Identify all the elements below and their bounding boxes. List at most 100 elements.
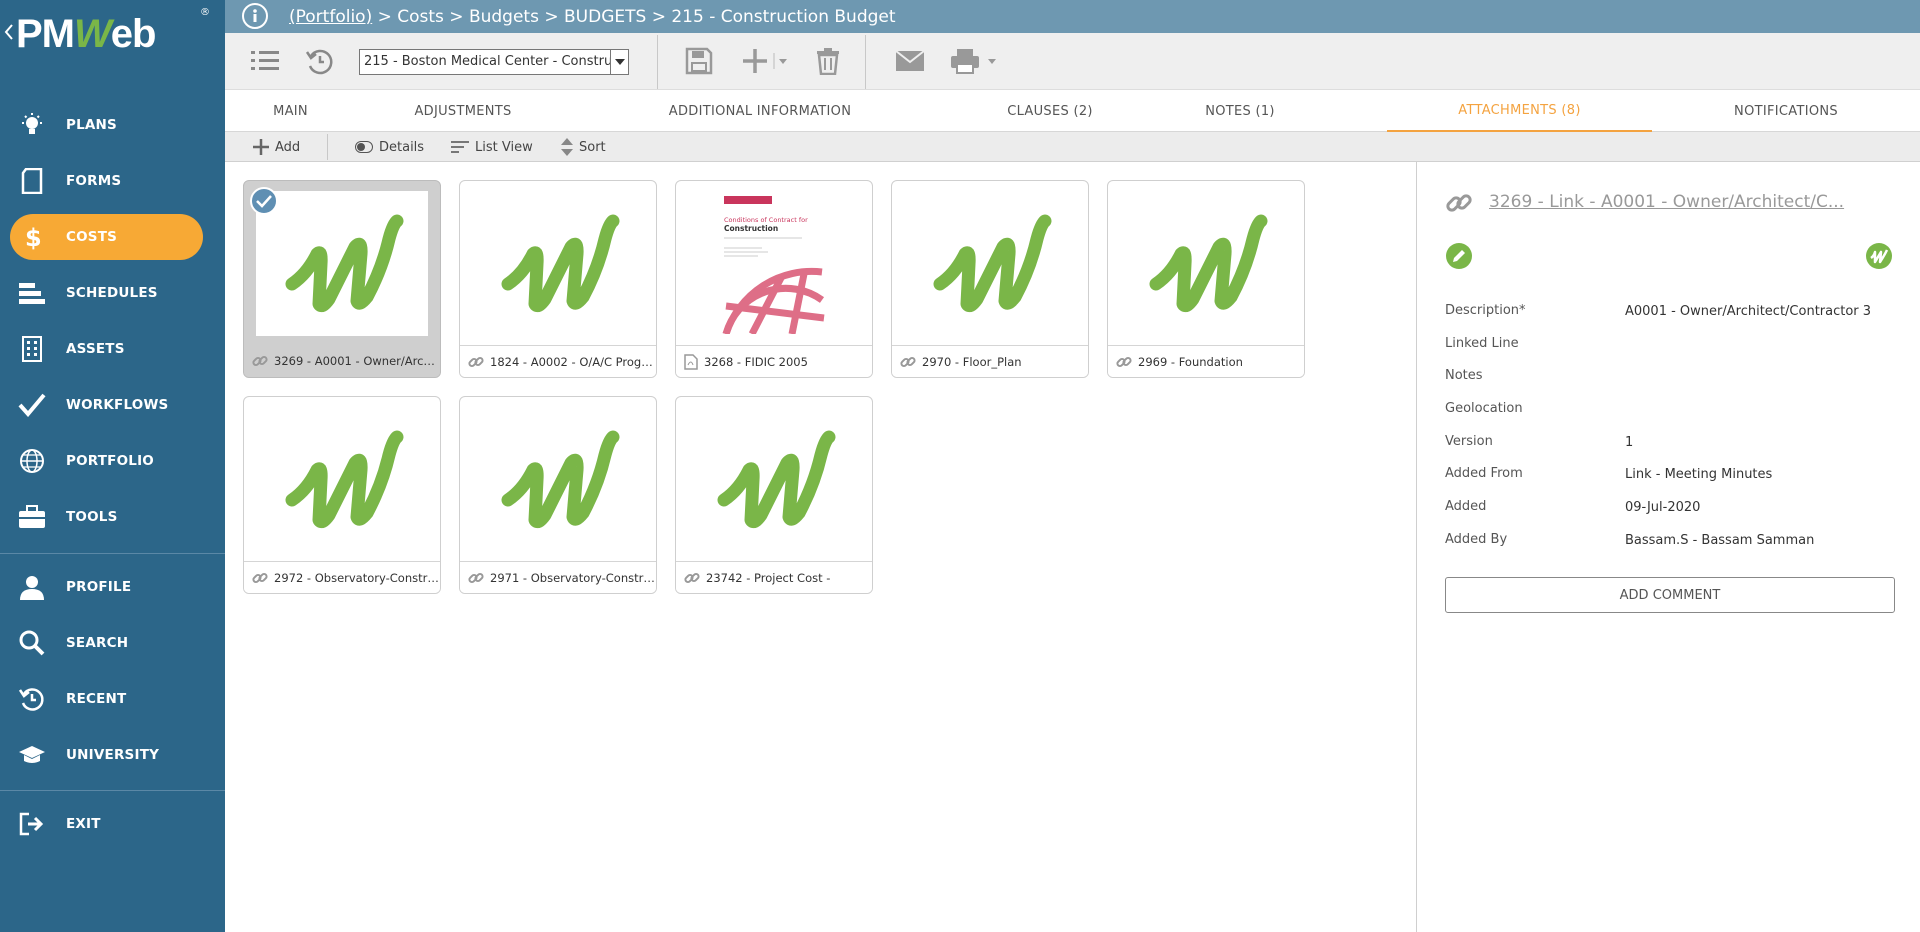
dollar-icon: $ xyxy=(18,224,46,251)
checkmark-icon xyxy=(18,393,46,417)
check-icon[interactable] xyxy=(250,187,278,215)
pmweb-logo-icon[interactable] xyxy=(1865,242,1893,274)
lightbulb-icon xyxy=(18,113,46,137)
geolocation-label: Geolocation xyxy=(1445,401,1523,416)
history-icon[interactable] xyxy=(305,46,333,76)
list-lines-icon xyxy=(451,140,469,154)
plus-icon xyxy=(253,139,269,155)
attachment-card[interactable]: Conditions of Contract for Construction … xyxy=(675,180,873,378)
list-view-button[interactable]: List View xyxy=(451,132,533,162)
pmweb-logo-thumbnail xyxy=(892,181,1088,346)
attachment-card[interactable]: 2969 - Foundation xyxy=(1107,180,1305,378)
attachment-card[interactable]: 1824 - A0002 - O/A/C Progress xyxy=(459,180,657,378)
link-icon xyxy=(900,354,916,370)
attachment-card[interactable]: 23742 - Project Cost - xyxy=(675,396,873,594)
added-label: Added xyxy=(1445,499,1487,514)
link-icon xyxy=(468,570,484,586)
link-icon xyxy=(252,570,268,586)
list-icon[interactable] xyxy=(251,46,279,76)
tab-bar: MAIN ADJUSTMENTS ADDITIONAL INFORMATION … xyxy=(225,90,1920,132)
schedule-bars-icon xyxy=(18,281,46,305)
building-icon xyxy=(18,336,46,362)
nav-search[interactable]: SEARCH xyxy=(0,620,225,666)
nav-assets[interactable]: ASSETS xyxy=(0,326,225,372)
tab-notifications[interactable]: NOTIFICATIONS xyxy=(1652,90,1920,132)
title-bar: (Portfolio) > Costs > Budgets > BUDGETS … xyxy=(225,0,1920,33)
added-by-label: Added By xyxy=(1445,532,1508,547)
pmweb-logo-thumbnail xyxy=(256,191,428,336)
search-icon xyxy=(18,630,46,656)
pmweb-logo-thumbnail xyxy=(460,397,656,562)
tab-clauses[interactable]: CLAUSES (2) xyxy=(950,90,1150,132)
trash-icon[interactable] xyxy=(816,46,840,76)
attachments-action-bar: Add Details List View Sort xyxy=(225,132,1920,162)
breadcrumb: (Portfolio) > Costs > Budgets > BUDGETS … xyxy=(289,7,896,27)
svg-text:$: $ xyxy=(25,224,42,251)
svg-text:Construction: Construction xyxy=(724,224,778,233)
link-icon xyxy=(1116,354,1132,370)
nav-tools[interactable]: TOOLS xyxy=(0,494,225,540)
nav-costs[interactable]: $ COSTS xyxy=(0,214,225,260)
globe-icon xyxy=(18,449,46,473)
details-toggle[interactable]: Details xyxy=(355,132,424,162)
toggle-icon xyxy=(355,141,373,153)
description-value: A0001 - Owner/Architect/Contractor 3 xyxy=(1625,304,1872,319)
link-icon xyxy=(252,353,268,369)
attachment-title-link[interactable]: 3269 - Link - A0001 - Owner/Architect/C.… xyxy=(1489,192,1844,212)
tab-notes[interactable]: NOTES (1) xyxy=(1150,90,1330,132)
project-select[interactable]: 215 - Boston Medical Center - Constructi… xyxy=(359,49,629,75)
added-value: 09-Jul-2020 xyxy=(1625,500,1701,515)
version-value: 1 xyxy=(1625,435,1634,450)
toolbar: 215 - Boston Medical Center - Constructi… xyxy=(225,33,1920,90)
svg-text:Conditions of Contract for: Conditions of Contract for xyxy=(724,216,808,224)
edit-pencil-icon[interactable] xyxy=(1445,242,1473,274)
nav-recent[interactable]: RECENT xyxy=(0,676,225,722)
pmweb-logo-thumbnail xyxy=(244,397,440,562)
attachment-card[interactable]: 2970 - Floor_Plan xyxy=(891,180,1089,378)
pmweb-logo[interactable]: PMWeb ® xyxy=(0,0,225,70)
add-attachment-button[interactable]: Add xyxy=(253,132,300,162)
attachment-card[interactable]: 3269 - A0001 - Owner/Architect/Contracto… xyxy=(243,180,441,378)
chevron-left-icon xyxy=(4,24,13,40)
nav-schedules[interactable]: SCHEDULES xyxy=(0,270,225,316)
breadcrumb-portfolio-link[interactable]: (Portfolio) xyxy=(289,7,372,27)
add-comment-button[interactable]: ADD COMMENT xyxy=(1445,577,1895,613)
pdf-file-icon xyxy=(684,353,698,370)
attachment-card[interactable]: 2971 - Observatory-Construction xyxy=(459,396,657,594)
attachment-card[interactable]: 2972 - Observatory-Construction xyxy=(243,396,441,594)
tab-main[interactable]: MAIN xyxy=(225,90,356,132)
pmweb-logo-thumbnail xyxy=(676,397,872,562)
description-label: Description* xyxy=(1445,303,1526,318)
chevron-down-icon xyxy=(610,50,628,74)
tab-attachments[interactable]: ATTACHMENTS (8) xyxy=(1387,90,1652,132)
briefcase-icon xyxy=(18,505,46,529)
sort-button[interactable]: Sort xyxy=(561,132,606,162)
history-icon xyxy=(18,687,46,711)
nav-forms[interactable]: FORMS xyxy=(0,158,225,204)
attachment-details-panel: 3269 - Link - A0001 - Owner/Architect/C.… xyxy=(1416,162,1920,932)
info-icon[interactable] xyxy=(242,3,268,29)
print-icon[interactable] xyxy=(950,46,1000,76)
nav-exit[interactable]: EXIT xyxy=(0,801,225,847)
nav-portfolio[interactable]: PORTFOLIO xyxy=(0,438,225,484)
tab-adjustments[interactable]: ADJUSTMENTS xyxy=(356,90,570,132)
nav-profile[interactable]: PROFILE xyxy=(0,564,225,610)
added-from-label: Added From xyxy=(1445,466,1523,481)
document-icon xyxy=(18,168,46,194)
tab-additional-information[interactable]: ADDITIONAL INFORMATION xyxy=(570,90,950,132)
breadcrumb-path: > Costs > Budgets > BUDGETS > 215 - Cons… xyxy=(372,7,896,27)
exit-icon xyxy=(18,812,46,836)
add-icon[interactable] xyxy=(741,46,791,76)
linked-line-label: Linked Line xyxy=(1445,336,1519,351)
notes-label: Notes xyxy=(1445,368,1483,383)
version-label: Version xyxy=(1445,434,1493,449)
pdf-preview-thumbnail: Conditions of Contract for Construction xyxy=(676,181,872,346)
save-icon[interactable] xyxy=(685,46,713,76)
nav-university[interactable]: UNIVERSITY xyxy=(0,732,225,778)
pmweb-logo-thumbnail xyxy=(1108,181,1304,346)
sort-icon xyxy=(561,138,573,156)
nav-workflows[interactable]: WORKFLOWS xyxy=(0,382,225,428)
nav-plans[interactable]: PLANS xyxy=(0,102,225,148)
link-icon xyxy=(468,354,484,370)
email-icon[interactable] xyxy=(895,46,925,76)
